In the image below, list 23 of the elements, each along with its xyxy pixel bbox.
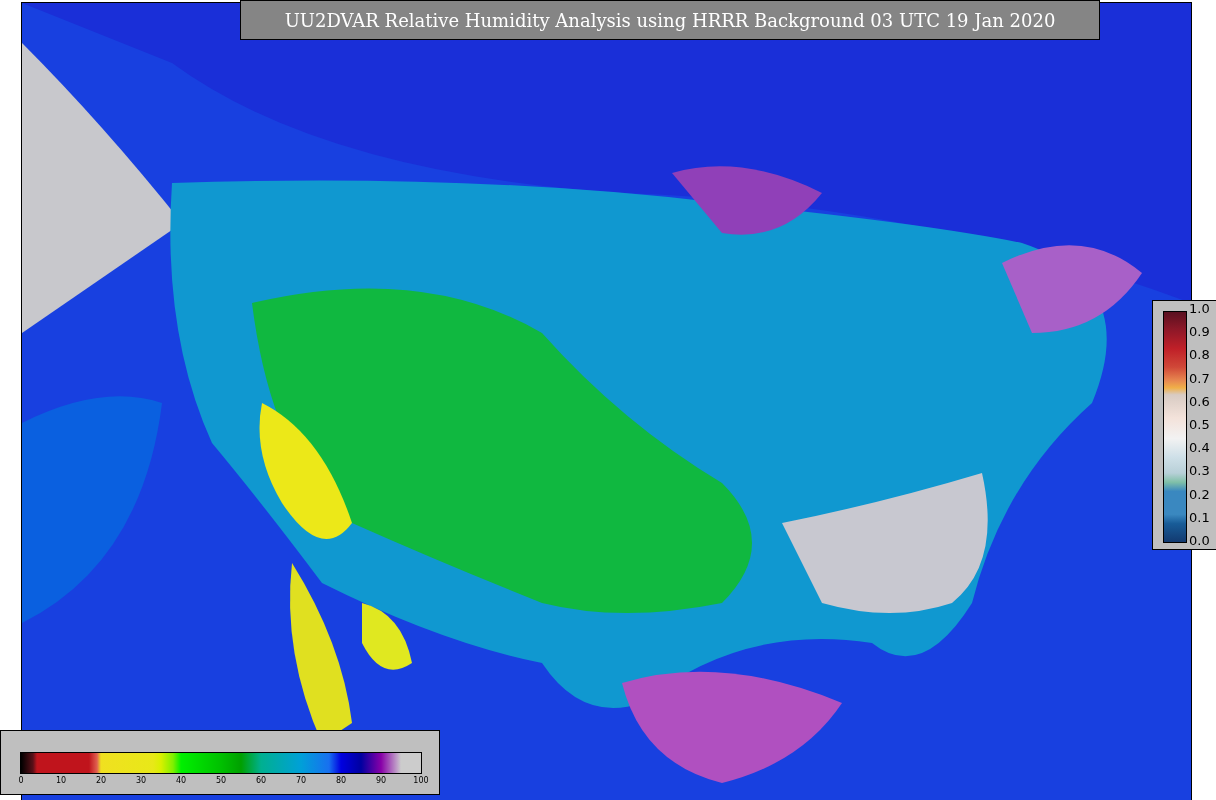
tick-label: 0.5 xyxy=(1189,417,1210,432)
tick-label: 0.8 xyxy=(1189,348,1210,363)
tick-label: 0.0 xyxy=(1189,533,1210,548)
tick-label: 10 xyxy=(54,776,68,785)
tick-label: 0.3 xyxy=(1189,464,1210,479)
tick-label: 80 xyxy=(334,776,348,785)
tick-label: 90 xyxy=(374,776,388,785)
tick-label: 100 xyxy=(412,776,430,785)
map-title: UU2DVAR Relative Humidity Analysis using HRRR Background 03 UTC 19 Jan 2020 xyxy=(240,0,1100,40)
tick-label: 0.7 xyxy=(1189,371,1210,386)
tick-label: 0 xyxy=(17,776,25,785)
tick-label: 70 xyxy=(294,776,308,785)
tick-label: 40 xyxy=(174,776,188,785)
tick-label: 0.6 xyxy=(1189,394,1210,409)
tick-label: 0.4 xyxy=(1189,441,1210,456)
tick-label: 20 xyxy=(94,776,108,785)
tick-label: 60 xyxy=(254,776,268,785)
tick-label: 0.2 xyxy=(1189,487,1210,502)
tick-label: 50 xyxy=(214,776,228,785)
tick-label: 0.9 xyxy=(1189,325,1210,340)
tick-label: 0.1 xyxy=(1189,510,1210,525)
tick-label: 30 xyxy=(134,776,148,785)
tick-label: 1.0 xyxy=(1189,302,1210,316)
